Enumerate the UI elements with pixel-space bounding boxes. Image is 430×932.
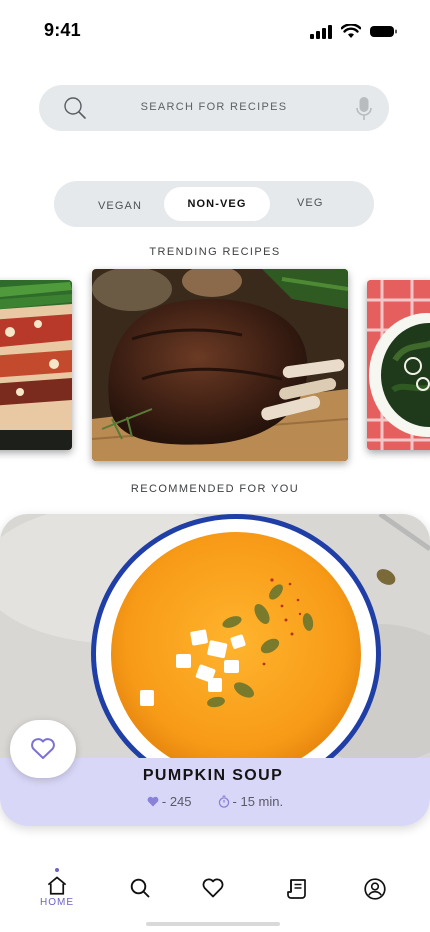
heart-outline-icon [31,738,55,759]
nav-label-home: HOME [40,897,74,908]
diet-filter-segments: VEGAN NON-VEG VEG [54,181,374,227]
segment-non-veg[interactable]: NON-VEG [164,187,270,221]
segment-vegan[interactable]: VEGAN [98,183,142,229]
heart-icon [202,878,224,898]
status-bar: 9:41 [0,0,430,62]
status-time: 9:41 [44,20,81,40]
trending-card-prime-rib[interactable] [92,269,348,461]
nav-item-home[interactable]: HOME [37,868,77,908]
nav-item-favorites[interactable] [193,878,233,918]
prime-rib-image [92,269,348,461]
heart-filled-icon [147,796,159,807]
recipe-likes: - 245 [147,794,192,809]
lasagna-image [0,280,72,450]
recipe-book-icon [287,879,306,899]
home-icon [47,876,67,895]
profile-icon [364,878,386,900]
active-indicator-dot [55,868,59,872]
greens-salad-image [367,280,430,450]
pumpkin-soup-image [0,514,430,760]
wifi-icon [341,24,361,38]
likes-count: - 245 [161,794,192,809]
recipe-meta: - 245 - 15 min. [0,794,430,809]
recommended-title: RECOMMENDED FOR YOU [130,483,300,495]
recommended-card[interactable]: PUMPKIN SOUP - 245 - 15 min. [0,514,430,826]
recipe-time: - 15 min. [218,794,284,809]
home-indicator[interactable] [146,922,280,926]
search-bar[interactable]: SEARCH FOR RECIPES [39,85,389,131]
cook-time: - 15 min. [232,794,284,809]
nav-item-recipes[interactable] [277,878,317,918]
search-icon [130,878,150,898]
trending-card-greens[interactable] [367,280,430,450]
nav-item-profile[interactable] [355,878,395,918]
microphone-icon[interactable] [356,96,372,122]
timer-icon [218,795,229,808]
segment-veg[interactable]: VEG [297,180,324,226]
cellular-signal-icon [310,24,332,39]
status-icons [310,24,398,39]
trending-card-lasagna[interactable] [0,280,72,450]
battery-icon [370,26,397,37]
favorite-button[interactable] [10,720,76,778]
search-input[interactable]: SEARCH FOR RECIPES [39,101,389,113]
nav-item-search[interactable] [120,878,160,918]
trending-title: TRENDING RECIPES [149,246,281,258]
